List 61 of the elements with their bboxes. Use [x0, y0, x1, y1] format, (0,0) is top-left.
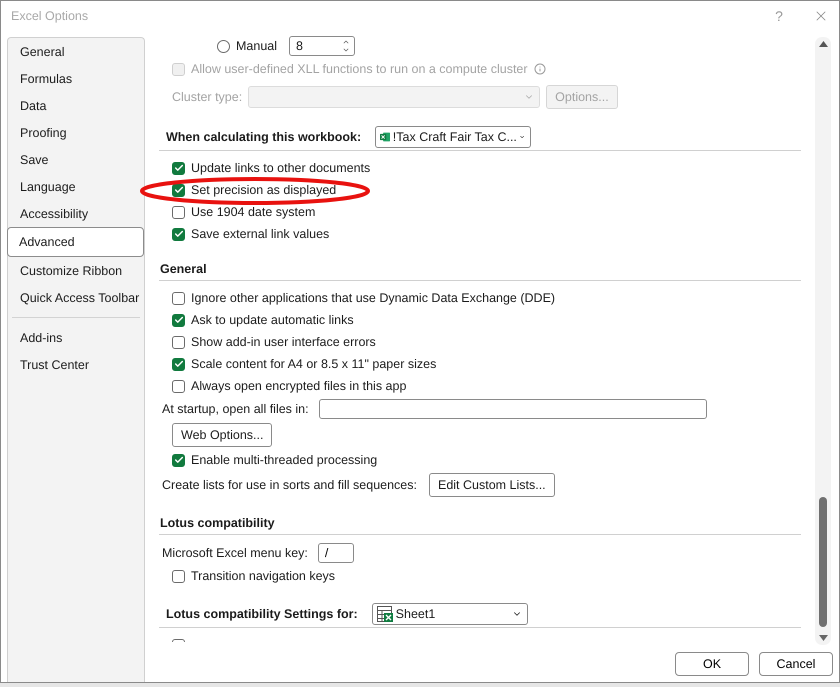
input-field[interactable]: /: [318, 543, 354, 563]
checkbox-label: Update links to other documents: [191, 161, 370, 175]
checkbox-label: Save external link values: [191, 227, 330, 241]
checkbox-label: Enable multi-threaded processing: [191, 453, 378, 467]
checkbox[interactable]: [172, 162, 185, 174]
info-icon: [534, 63, 546, 75]
scroll-up-icon[interactable]: [818, 41, 828, 47]
sidebar-item[interactable]: General: [8, 38, 144, 65]
sidebar-item[interactable]: Accessibility: [8, 200, 144, 227]
checkbox-label: Transition navigation keys: [191, 569, 336, 583]
workbook-dropdown[interactable]: Sheet1: [372, 603, 528, 625]
radio-button[interactable]: [217, 40, 230, 52]
checkbox[interactable]: [172, 206, 185, 218]
sidebar-item[interactable]: Customize Ribbon: [8, 257, 144, 284]
section-heading: General: [160, 262, 207, 276]
input-field[interactable]: [318, 399, 707, 419]
checkbox[interactable]: [172, 336, 185, 348]
section-heading: When calculating this workbook:: [166, 130, 362, 144]
field-label: Create lists for use in sorts and fill sequences:: [162, 478, 417, 492]
scrollbar[interactable]: [815, 37, 831, 645]
checkbox[interactable]: [172, 358, 185, 370]
web-options-button[interactable]: Web Options...: [172, 423, 272, 447]
checkbox[interactable]: [172, 292, 185, 304]
checkbox[interactable]: [172, 570, 185, 582]
checkbox-label: Show add-in user interface errors: [191, 335, 376, 349]
spin-field[interactable]: 8: [289, 36, 355, 56]
checkbox[interactable]: [172, 380, 185, 392]
field-label: At startup, open all files in:: [162, 402, 309, 416]
sheet-icon: [376, 606, 394, 622]
window-title: Excel Options: [11, 9, 90, 23]
scroll-down-icon[interactable]: [818, 635, 828, 641]
sidebar-item[interactable]: Advanced: [7, 227, 144, 257]
checkbox-label: Always open encrypted files in this app: [191, 379, 406, 393]
checkbox[interactable]: [172, 184, 185, 196]
checkbox-label: Ignore other applications that use Dynamic Data Exchange (DDE): [191, 291, 556, 305]
checkbox-label: Ask to update automatic links: [191, 313, 354, 327]
field-label: Microsoft Excel menu key:: [162, 546, 308, 560]
sidebar-item[interactable]: Save: [8, 146, 144, 173]
edit-custom-lists-button[interactable]: Edit Custom Lists...: [428, 473, 555, 497]
cancel-button[interactable]: Cancel: [759, 652, 833, 676]
sidebar-item[interactable]: Add-ins: [8, 324, 144, 351]
checkbox-label: Scale content for A4 or 8.5 x 11" paper sizes: [191, 357, 436, 371]
sidebar-item[interactable]: Data: [8, 92, 144, 119]
workbook-dropdown[interactable]: !Tax Craft Fair Tax C...: [375, 126, 532, 148]
checkbox[interactable]: [172, 314, 185, 326]
sidebar-item[interactable]: Proofing: [8, 119, 144, 146]
checkbox-label: Use 1904 date system: [191, 205, 316, 219]
checkbox-label: Allow user-defined XLL functions to run on a compute cluster: [191, 62, 528, 76]
sidebar-item[interactable]: Trust Center: [8, 351, 144, 378]
sidebar-item[interactable]: Formulas: [8, 65, 144, 92]
checkbox[interactable]: [172, 228, 185, 240]
section-heading: Lotus compatibility: [160, 516, 275, 530]
sidebar-item[interactable]: Language: [8, 173, 144, 200]
radio-label: Manual: [236, 39, 277, 53]
section-heading: Lotus compatibility Settings for:: [166, 607, 358, 621]
scrollbar-thumb[interactable]: [819, 497, 827, 627]
sidebar-item[interactable]: Quick Access Toolbar: [8, 284, 144, 311]
checkbox[interactable]: [172, 454, 185, 466]
field-label: Cluster type:: [172, 90, 242, 104]
ok-button[interactable]: OK: [675, 652, 749, 676]
checkbox-label: Set precision as displayed: [191, 183, 336, 197]
